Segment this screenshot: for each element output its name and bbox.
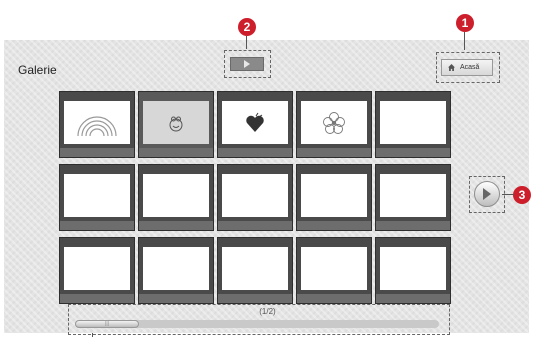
gallery-item[interactable] (217, 237, 293, 304)
play-button-face (230, 57, 264, 71)
heart-icon (246, 112, 264, 132)
home-button-label: Acasă (460, 64, 480, 71)
home-icon (448, 64, 455, 71)
page-indicator: (1/2) (259, 307, 276, 316)
gallery-item[interactable] (296, 237, 372, 304)
thumbnail (380, 174, 446, 217)
gallery-item-heart[interactable] (217, 91, 293, 158)
flower-icon (323, 111, 345, 134)
gallery-item[interactable] (217, 164, 293, 231)
thumbnail (143, 174, 209, 217)
card-footer (376, 294, 450, 303)
thumbnail (222, 247, 288, 290)
chevron-right-icon (483, 188, 491, 200)
card-footer (218, 294, 292, 303)
thumbnail (301, 174, 367, 217)
thumbnail (64, 174, 130, 217)
gallery-item[interactable] (138, 164, 214, 231)
next-page-button[interactable] (474, 181, 500, 207)
gallery-grid (59, 91, 451, 304)
slideshow-play-button[interactable] (228, 56, 266, 72)
gallery-item[interactable] (375, 91, 451, 158)
gallery-item[interactable] (375, 164, 451, 231)
card-footer (139, 294, 213, 303)
callout-badge-1: 1 (456, 14, 474, 32)
card-footer (376, 221, 450, 230)
thumbnail (380, 101, 446, 144)
scrollbar-thumb[interactable]: ||| (75, 320, 139, 328)
card-footer (139, 148, 213, 157)
scroll-leader (92, 333, 93, 337)
gallery-item[interactable] (59, 237, 135, 304)
thumbnail (64, 101, 130, 144)
thumbnail (380, 247, 446, 290)
thumbnail (222, 174, 288, 217)
gallery-item[interactable] (296, 164, 372, 231)
thumbnail (143, 247, 209, 290)
callout-badge-3: 3 (513, 186, 531, 204)
bug-icon (169, 116, 183, 131)
thumbnail (64, 247, 130, 290)
callout-leader-1 (464, 32, 465, 50)
card-footer (60, 294, 134, 303)
card-footer (297, 294, 371, 303)
callout-leader-2 (246, 36, 247, 49)
card-footer (60, 148, 134, 157)
gallery-item-bug[interactable] (138, 91, 214, 158)
gallery-item-flower[interactable] (296, 91, 372, 158)
card-footer (60, 221, 134, 230)
gallery-item[interactable] (59, 164, 135, 231)
home-button[interactable]: Acasă (441, 59, 493, 76)
card-footer (139, 221, 213, 230)
card-footer (218, 148, 292, 157)
card-footer (297, 221, 371, 230)
play-icon (244, 60, 250, 68)
thumbnail (301, 101, 367, 144)
thumbnail (301, 247, 367, 290)
gallery-item-rainbow[interactable] (59, 91, 135, 158)
card-footer (218, 221, 292, 230)
scrollbar-track[interactable]: ||| (75, 320, 439, 328)
card-footer (376, 148, 450, 157)
rainbow-icon (77, 115, 117, 136)
page-title: Galerie (18, 63, 57, 77)
thumbnail (222, 101, 288, 144)
card-footer (297, 148, 371, 157)
gallery-item[interactable] (138, 237, 214, 304)
gallery-item[interactable] (375, 237, 451, 304)
thumbnail (143, 101, 209, 144)
callout-badge-2: 2 (238, 18, 256, 36)
